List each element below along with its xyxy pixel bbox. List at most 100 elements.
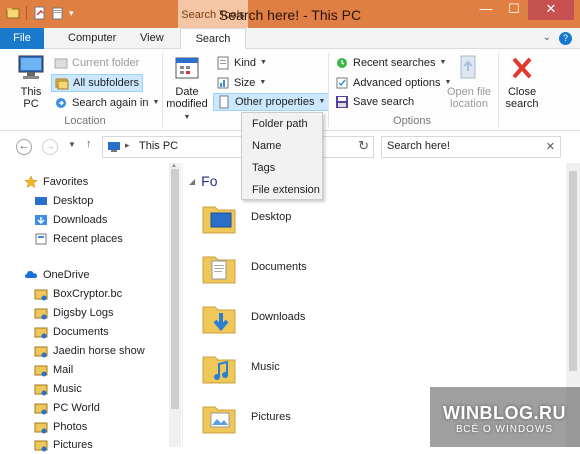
watermark-line-2: ВСЁ О WINDOWS [455, 424, 554, 435]
close-window-button[interactable]: ✕ [528, 0, 574, 20]
nav-downloads[interactable]: Downloads [34, 211, 107, 229]
menu-item-file-extension[interactable]: File extension [242, 180, 322, 201]
cloud-icon [25, 271, 37, 278]
nav-desktop[interactable]: Desktop [34, 192, 93, 210]
forward-button[interactable]: → [42, 139, 58, 155]
address-bar[interactable]: ▸ This PC ↻ [102, 136, 374, 158]
date-modified-button[interactable]: Date modified ▼ [164, 53, 210, 124]
tab-search[interactable]: Search [180, 28, 246, 50]
size-icon [217, 77, 229, 89]
nav-scrollbar[interactable]: ▲ [169, 163, 181, 447]
nav-onedrive[interactable]: OneDrive [24, 266, 89, 284]
nav-folder-item[interactable]: Music [34, 380, 82, 398]
open-file-location-label-1: Open file [446, 86, 492, 98]
tab-computer[interactable]: Computer [56, 28, 128, 49]
this-pc-button[interactable]: This PC [12, 53, 50, 110]
nav-favorites[interactable]: Favorites [24, 173, 88, 191]
folder-item-desktop[interactable]: Desktop [201, 195, 291, 239]
nav-folder-label: BoxCryptor.bc [53, 288, 123, 300]
nav-folder-label: PC World [53, 402, 100, 414]
back-button[interactable]: ← [16, 139, 32, 155]
folder-item-downloads[interactable]: Downloads [201, 295, 305, 339]
chevron-down-icon: ▼ [259, 79, 267, 86]
menu-item-folder-path[interactable]: Folder path [242, 114, 322, 135]
kind-button[interactable]: Kind ▼ [216, 54, 267, 72]
group-separator [328, 53, 329, 127]
open-file-location-label-2: location [450, 98, 488, 110]
nav-folder-item[interactable]: Photos [34, 418, 87, 436]
group-separator [162, 53, 163, 127]
search-again-in-label: Search again in [72, 97, 149, 109]
nav-recent-places[interactable]: Recent places [34, 230, 123, 248]
date-modified-label-1: Date [175, 86, 199, 98]
clear-search-icon[interactable]: ✕ [546, 140, 555, 153]
nav-folder-label: Music [53, 383, 82, 395]
folders-section-label: Fo [201, 173, 218, 189]
downloads-icon [35, 215, 47, 225]
nav-folder-label: Pictures [53, 439, 93, 451]
nav-folder-item[interactable]: Mail [34, 361, 73, 379]
recent-searches-icon [337, 58, 347, 68]
other-properties-menu: Folder path Name Tags File extension [241, 112, 323, 200]
folders-section-header[interactable]: ◢ Fo [189, 173, 218, 189]
expand-ribbon-icon[interactable]: ⌄ [543, 32, 551, 45]
nav-folder-item[interactable]: Digsby Logs [34, 304, 114, 322]
window-controls: — ☐ ✕ [472, 0, 574, 20]
all-subfolders-button[interactable]: All subfolders [51, 74, 144, 92]
this-pc-icon [108, 142, 120, 152]
recent-locations-icon[interactable]: ▼ [68, 140, 76, 149]
folder-icon [34, 327, 48, 339]
advanced-options-icon [336, 77, 348, 89]
nav-folder-item[interactable]: Pictures [34, 436, 93, 454]
desktop-folder-icon [202, 206, 236, 234]
size-button[interactable]: Size ▼ [216, 74, 266, 92]
nav-folder-item[interactable]: Jaedin horse show [34, 342, 145, 360]
recent-searches-button[interactable]: Recent searches ▼ [335, 54, 446, 72]
nav-favorites-label: Favorites [43, 176, 89, 188]
content-scroll-thumb[interactable] [569, 171, 577, 371]
search-again-in-button[interactable]: Search again in ▼ [54, 94, 159, 112]
folder-label: Downloads [251, 311, 306, 323]
nav-folder-item[interactable]: Documents [34, 323, 109, 341]
kind-icon [217, 56, 229, 70]
advanced-options-button[interactable]: Advanced options ▼ [335, 74, 451, 92]
properties-doc-icon [219, 95, 229, 109]
folder-item-documents[interactable]: Documents [201, 245, 307, 289]
save-icon [336, 96, 348, 108]
tab-file[interactable]: File [0, 28, 44, 49]
menu-item-name[interactable]: Name [242, 136, 322, 157]
breadcrumb-this-pc[interactable]: This PC [139, 140, 178, 152]
folder-item-music[interactable]: Music [201, 345, 280, 389]
help-icon[interactable]: ? [559, 32, 572, 45]
refresh-icon[interactable]: ↻ [358, 138, 369, 154]
up-arrow-icon[interactable]: ↑ [86, 138, 92, 150]
breadcrumb-chevron-icon[interactable]: ▸ [125, 140, 130, 151]
close-search-label-1: Close [507, 86, 537, 98]
close-search-button[interactable]: Close search [502, 53, 542, 110]
maximize-button[interactable]: ☐ [500, 0, 528, 20]
save-search-label: Save search [353, 96, 415, 108]
chevron-down-icon: ▼ [152, 99, 160, 106]
folder-item-pictures[interactable]: Pictures [201, 395, 291, 439]
music-folder-icon [202, 356, 236, 384]
folder-icon [54, 58, 68, 69]
minimize-button[interactable]: — [472, 0, 500, 20]
other-properties-button[interactable]: Other properties ▼ [213, 93, 330, 111]
current-folder-button[interactable]: Current folder [54, 54, 139, 72]
this-pc-label: This PC [20, 86, 42, 110]
recent-places-icon [35, 233, 47, 245]
folder-label: Pictures [251, 411, 291, 423]
save-search-button[interactable]: Save search [335, 93, 414, 111]
tab-view[interactable]: View [128, 28, 176, 49]
collapse-arrow-icon[interactable]: ◢ [189, 177, 195, 186]
menu-item-tags[interactable]: Tags [242, 158, 322, 179]
folder-icon [34, 422, 48, 434]
folder-icon [34, 308, 48, 320]
location-group-label: Location [64, 115, 106, 127]
title-bar: ▾ Search Tools Search here! - This PC — … [0, 0, 580, 28]
nav-folder-item[interactable]: BoxCryptor.bc [34, 285, 122, 303]
search-input[interactable]: Search here! ✕ [381, 136, 561, 158]
nav-scroll-thumb[interactable] [171, 169, 179, 409]
open-file-location-button[interactable]: Open file location [446, 53, 492, 110]
nav-folder-item[interactable]: PC World [34, 399, 100, 417]
